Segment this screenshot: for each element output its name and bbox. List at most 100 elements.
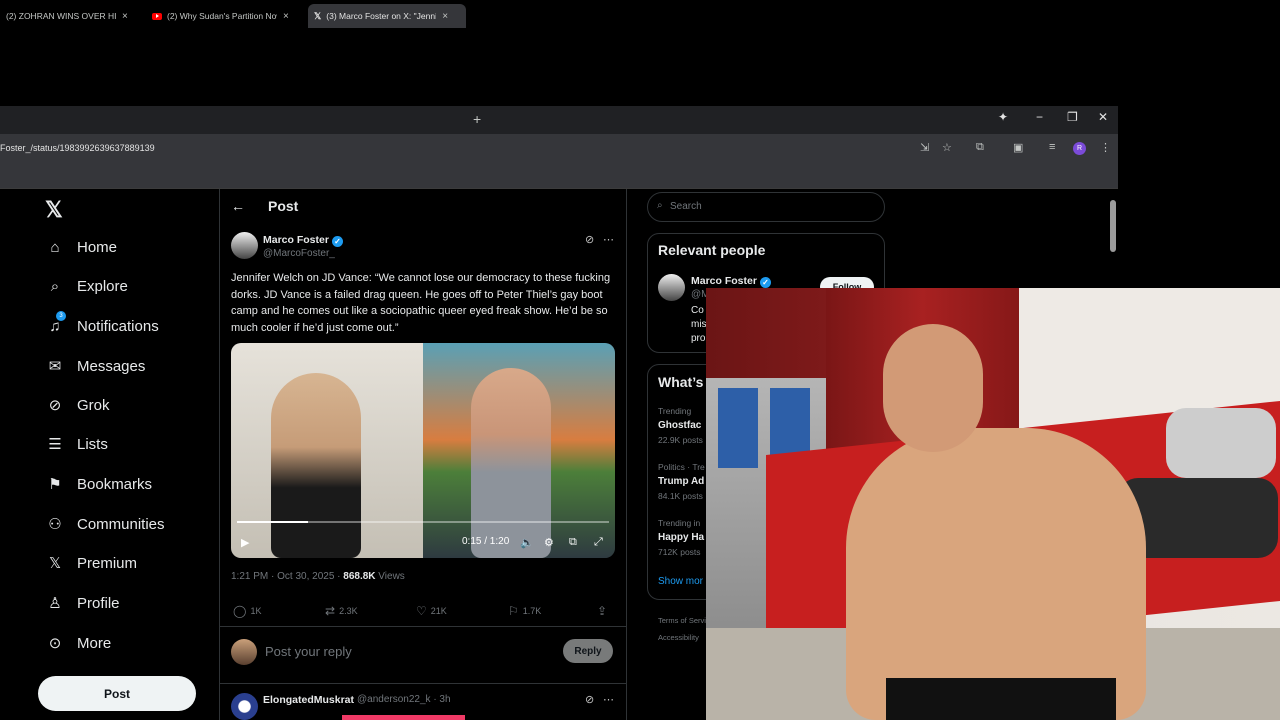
relevant-bio-line: Co bbox=[691, 305, 704, 316]
video-player[interactable]: ▶ 0:15 / 1:20 🔈 ⚙ ⧉ ⤢ bbox=[231, 343, 615, 558]
restore-button[interactable]: ❐ bbox=[1067, 110, 1078, 124]
settings-gear-icon[interactable]: ⚙ bbox=[544, 536, 554, 549]
footer-link[interactable]: Terms of Servi bbox=[658, 616, 706, 625]
more-options-icon[interactable]: ⋯ bbox=[603, 233, 614, 246]
bookmarks-bar bbox=[0, 162, 1118, 189]
nav-grok[interactable]: ⊘ Grok bbox=[46, 396, 110, 415]
share-action[interactable]: ⇪ bbox=[597, 604, 611, 618]
nav-premium[interactable]: 𝕏 Premium bbox=[46, 554, 137, 573]
menu-kebab-icon[interactable]: ⋮ bbox=[1100, 141, 1111, 154]
nav-lists[interactable]: ☰ Lists bbox=[46, 435, 108, 454]
reply-button[interactable]: Reply bbox=[563, 639, 613, 663]
grok-icon: ⊘ bbox=[48, 397, 62, 414]
relevant-name[interactable]: Marco Foster ✓ bbox=[691, 275, 771, 288]
nav-more[interactable]: ⊙ More bbox=[46, 634, 111, 653]
close-window-button[interactable]: ✕ bbox=[1098, 110, 1108, 124]
search-input[interactable]: Search bbox=[670, 201, 702, 212]
nav-home[interactable]: ⌂ Home bbox=[46, 238, 117, 256]
nav-explore[interactable]: ⌕ Explore bbox=[46, 277, 128, 295]
tweet-timestamp[interactable]: 1:21 PM · Oct 30, 2025 · bbox=[231, 571, 343, 582]
relevant-people-title: Relevant people bbox=[658, 242, 766, 258]
heart-icon: ♡ bbox=[416, 604, 427, 618]
extensions-icon[interactable]: ⧉ bbox=[976, 141, 984, 154]
show-more-link[interactable]: Show mor bbox=[658, 576, 703, 587]
trend-name[interactable]: Trump Ad bbox=[658, 476, 704, 487]
reading-list-icon[interactable]: ≡ bbox=[1049, 141, 1055, 153]
reply-avatar[interactable] bbox=[231, 693, 258, 720]
volume-icon[interactable]: 🔈 bbox=[520, 536, 534, 549]
bell-icon: ♫ 3 bbox=[46, 311, 66, 335]
author-name[interactable]: Marco Foster ✓ bbox=[263, 234, 343, 247]
cam-person-body bbox=[846, 428, 1146, 720]
repost-action[interactable]: ⇄ 2.3K bbox=[325, 604, 358, 618]
bookmark-action[interactable]: ⚐ 1.7K bbox=[508, 604, 541, 618]
nav-messages[interactable]: ✉ Messages bbox=[46, 357, 146, 376]
nav-label: Bookmarks bbox=[77, 475, 153, 493]
grok-analyze-icon[interactable]: ⊘ bbox=[585, 233, 594, 246]
trend-context: Trending bbox=[658, 406, 692, 416]
reply-icon: ◯ bbox=[233, 604, 247, 618]
webcam-overlay bbox=[706, 288, 1280, 720]
nav-label: Explore bbox=[77, 277, 128, 295]
cam-person-head bbox=[883, 324, 983, 452]
profile-avatar[interactable]: R bbox=[1073, 142, 1086, 155]
play-icon[interactable]: ▶ bbox=[241, 536, 249, 549]
author-handle[interactable]: @MarcoFoster_ bbox=[263, 248, 335, 259]
relevant-name-text: Marco Foster bbox=[691, 275, 757, 287]
reply-author-meta: @anderson22_k · 3h bbox=[357, 694, 451, 705]
bookmark-star-icon[interactable]: ☆ bbox=[942, 141, 952, 154]
nav-communities[interactable]: ⚇ Communities bbox=[46, 515, 164, 534]
new-tab-button[interactable]: + bbox=[473, 111, 481, 127]
picture-in-picture-icon[interactable]: ⧉ bbox=[569, 536, 577, 549]
video-progress-fill bbox=[237, 521, 308, 523]
like-count: 21K bbox=[430, 606, 447, 616]
trend-context: Politics · Tre bbox=[658, 462, 705, 472]
like-action[interactable]: ♡ 21K bbox=[416, 604, 447, 618]
nav-profile[interactable]: ♙ Profile bbox=[46, 594, 119, 613]
scrollbar-thumb[interactable] bbox=[1110, 200, 1116, 252]
author-name-text: Marco Foster bbox=[263, 234, 329, 246]
x-logo-icon[interactable]: 𝕏 bbox=[45, 197, 63, 223]
repost-count: 2.3K bbox=[339, 606, 358, 616]
tab-close-icon[interactable]: × bbox=[122, 11, 128, 22]
reply-action[interactable]: ◯ 1K bbox=[233, 604, 261, 618]
extension-sparkle-icon[interactable]: ✦ bbox=[998, 110, 1008, 124]
youtube-icon bbox=[152, 12, 162, 20]
nav-label: Messages bbox=[77, 357, 146, 375]
tab-x-marco-foster[interactable]: 𝕏 (3) Marco Foster on X: "Jennife × bbox=[308, 4, 466, 28]
trend-posts: 712K posts bbox=[658, 547, 701, 557]
trend-name[interactable]: Ghostfac bbox=[658, 420, 701, 431]
tab-youtube-zohran[interactable]: (2) ZOHRAN WINS OVER HIS BI × bbox=[0, 4, 140, 28]
fullscreen-icon[interactable]: ⤢ bbox=[594, 536, 603, 549]
trend-name[interactable]: Happy Ha bbox=[658, 532, 704, 543]
more-options-icon[interactable]: ⋯ bbox=[603, 693, 614, 706]
reply-input[interactable]: Post your reply bbox=[265, 644, 352, 659]
url-field[interactable]: Foster_/status/1983992639637889139 bbox=[0, 143, 155, 153]
footer-link[interactable]: Accessibility bbox=[658, 633, 699, 642]
reply-author-name[interactable]: ElongatedMuskrat bbox=[263, 694, 354, 706]
back-arrow-icon[interactable]: ← bbox=[231, 198, 245, 214]
bookmark-icon: ⚐ bbox=[508, 604, 519, 618]
trend-context: Trending in bbox=[658, 518, 701, 528]
install-app-icon[interactable]: ⇲ bbox=[920, 141, 929, 154]
nav-label: Notifications bbox=[77, 317, 159, 335]
nav-bookmarks[interactable]: ⚑ Bookmarks bbox=[46, 475, 153, 494]
minimize-button[interactable]: − bbox=[1036, 110, 1043, 124]
relevant-avatar[interactable] bbox=[658, 274, 685, 301]
video-person-right bbox=[471, 368, 551, 558]
views-label: Views bbox=[375, 571, 405, 582]
tab-youtube-sudan[interactable]: (2) Why Sudan's Partition Now × bbox=[146, 4, 304, 28]
tab-close-icon[interactable]: × bbox=[442, 11, 448, 22]
tweet-meta: 1:21 PM · Oct 30, 2025 · 868.8K Views bbox=[231, 571, 405, 582]
video-time: 0:15 / 1:20 bbox=[462, 536, 510, 547]
grok-analyze-icon[interactable]: ⊘ bbox=[585, 693, 594, 706]
nav-label: Lists bbox=[77, 435, 108, 453]
nav-notifications[interactable]: ♫ 3 Notifications bbox=[46, 311, 159, 335]
tab-close-icon[interactable]: × bbox=[283, 11, 289, 22]
sidepanel-icon[interactable]: ▣ bbox=[1013, 141, 1023, 154]
cam-person-shorts bbox=[886, 678, 1116, 720]
post-button[interactable]: Post bbox=[38, 676, 196, 711]
avatar[interactable] bbox=[231, 232, 258, 259]
relevant-bio-line: mis bbox=[691, 319, 707, 330]
tweet-text: Jennifer Welch on JD Vance: “We cannot l… bbox=[231, 272, 611, 334]
